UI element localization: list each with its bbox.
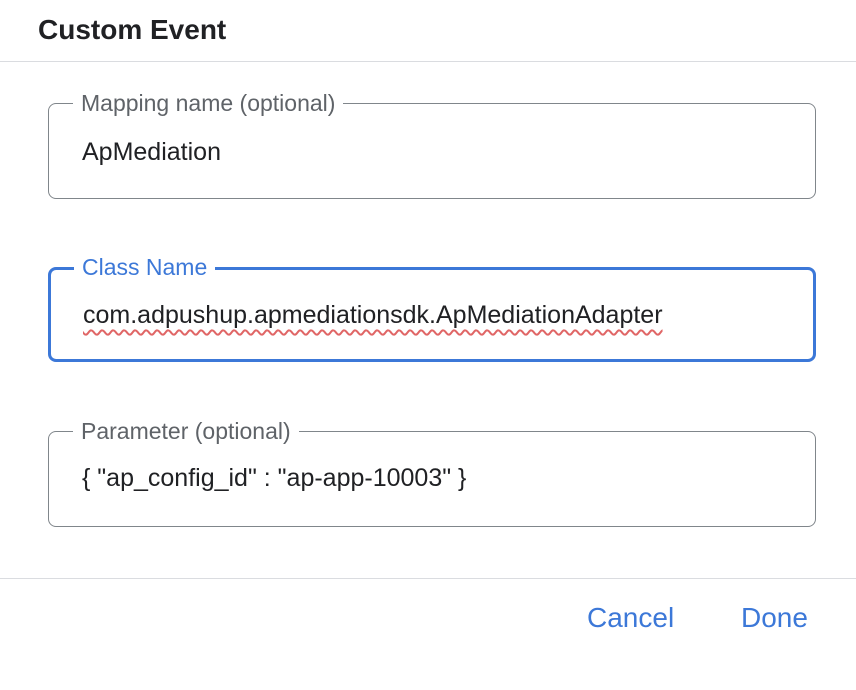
class-name-input[interactable]: com.adpushup.apmediationsdk.ApMediationA… <box>83 299 663 331</box>
class-name-label: Class Name <box>74 252 216 282</box>
mapping-name-input[interactable]: ApMediation <box>82 136 221 168</box>
dialog-header: Custom Event <box>0 0 856 62</box>
footer-divider <box>0 578 856 579</box>
custom-event-dialog: Custom Event Mapping name (optional) ApM… <box>0 0 856 690</box>
cancel-button[interactable]: Cancel <box>587 600 674 636</box>
parameter-field[interactable]: Parameter (optional) { "ap_config_id" : … <box>48 416 816 527</box>
done-button[interactable]: Done <box>741 600 808 636</box>
dialog-title: Custom Event <box>38 14 227 45</box>
mapping-name-field[interactable]: Mapping name (optional) ApMediation <box>48 88 816 199</box>
class-name-field[interactable]: Class Name com.adpushup.apmediationsdk.A… <box>48 252 816 362</box>
parameter-label: Parameter (optional) <box>73 416 299 446</box>
parameter-input[interactable]: { "ap_config_id" : "ap-app-10003" } <box>82 462 466 494</box>
mapping-name-label: Mapping name (optional) <box>73 88 344 118</box>
